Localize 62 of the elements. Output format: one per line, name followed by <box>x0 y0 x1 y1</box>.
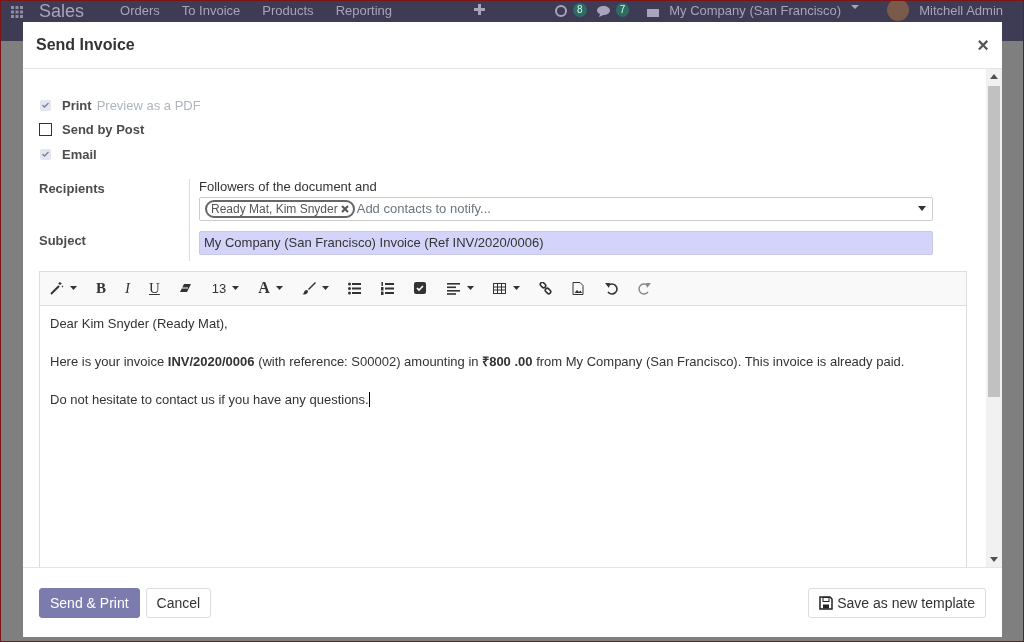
scrollbar-thumb[interactable] <box>988 86 1000 397</box>
recipient-tag: Ready Mat, Kim Snyder <box>205 199 355 218</box>
option-hint: Preview as a PDF <box>96 97 201 113</box>
recipients-field[interactable]: Ready Mat, Kim Snyder Add contacts to notify... <box>199 196 933 221</box>
scroll-down-icon <box>990 557 998 562</box>
caret-icon <box>70 286 77 290</box>
company-switcher[interactable]: My Company (San Francisco) <box>669 1 842 21</box>
caret-icon <box>918 206 926 211</box>
plus-icon <box>474 4 485 15</box>
save-template-button[interactable]: Save as new template <box>808 587 986 618</box>
apps-icon <box>11 6 23 18</box>
option-label: Email <box>62 146 97 162</box>
followers-note: Followers of the document and <box>199 178 378 194</box>
chat-icon <box>596 5 610 17</box>
caret-icon <box>512 286 520 290</box>
message-paragraph: Here is your invoice INV/2020/0006 (with reference: S00002) amounting in ₹800 .00 from My Company (San Francisco). This invoice is already paid. <box>50 352 906 371</box>
caret-icon <box>321 286 329 290</box>
font-color-dropdown[interactable]: A <box>258 278 283 298</box>
send-print-button[interactable]: Send & Print <box>39 587 140 618</box>
user-menu[interactable]: Mitchell Admin <box>919 1 1003 21</box>
menu-item[interactable]: Orders <box>120 1 160 21</box>
cancel-button[interactable]: Cancel <box>145 587 212 618</box>
image-icon <box>571 281 586 295</box>
font-size-dropdown[interactable]: 13 <box>211 278 240 298</box>
option-label: Send by Post <box>62 122 145 138</box>
app-name: Sales <box>39 1 85 21</box>
menu-item[interactable]: Reporting <box>335 1 392 21</box>
eraser-icon <box>178 281 193 295</box>
scroll-up-icon <box>990 74 998 79</box>
link-icon <box>538 281 553 295</box>
redo-icon <box>637 281 652 295</box>
message-paragraph: Dear Kim Snyder (Ready Mat), <box>50 314 229 333</box>
align-left-icon <box>446 281 461 295</box>
check-icon <box>42 102 49 109</box>
caret-icon <box>275 286 283 290</box>
option-label: Print <box>62 97 92 113</box>
field-label: Recipients <box>39 179 106 198</box>
dialog-title: Send Invoice <box>36 36 135 54</box>
bulleted-list-icon <box>347 281 362 295</box>
bold-button[interactable]: B <box>96 278 106 298</box>
subject-field[interactable]: My Company (San Francisco) Invoice (Ref INV/2020/0006) <box>199 230 933 255</box>
menu-item[interactable]: To Invoice <box>181 1 241 21</box>
caret-icon <box>232 286 240 290</box>
checkbox[interactable] <box>39 123 52 137</box>
text-cursor <box>368 391 370 407</box>
underline-button[interactable]: U <box>149 278 160 298</box>
menu-item[interactable]: Products <box>262 1 314 21</box>
activity-count-badge: 8 <box>573 3 587 17</box>
field-label: Subject <box>39 231 87 250</box>
magic-wand-icon <box>50 281 64 295</box>
table-icon <box>492 281 507 295</box>
caret-icon <box>466 286 474 290</box>
remove-icon <box>340 204 349 213</box>
message-paragraph: Do not hesitate to contact us if you have any questions. <box>50 390 371 409</box>
check-icon <box>42 151 49 158</box>
message-count-badge: 7 <box>615 3 630 17</box>
checkbox-icon <box>413 281 428 295</box>
close-button[interactable]: × <box>977 35 989 55</box>
italic-button[interactable]: I <box>125 278 130 298</box>
undo-icon <box>604 281 619 295</box>
paintbrush-icon <box>301 281 316 295</box>
numbered-list-icon <box>380 281 395 295</box>
